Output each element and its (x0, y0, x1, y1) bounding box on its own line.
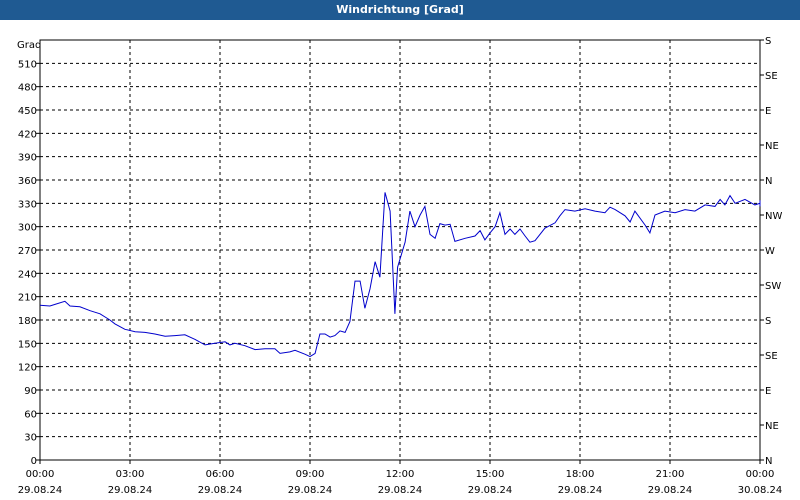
right-axis-label: NE (765, 421, 779, 432)
right-axis-label: NE (765, 141, 779, 152)
x-tick-time: 15:00 (476, 469, 505, 480)
x-axis: 00:00 29.08.24 03:00 29.08.24 06:00 29.08.24 0… (18, 460, 783, 496)
y-tick-label: 360 (18, 176, 37, 187)
right-axis-label: NW (765, 211, 782, 222)
x-tick-date: 30.08.24 (738, 485, 783, 496)
y-tick-label: 450 (18, 106, 37, 117)
x-tick-time: 00:00 (746, 469, 775, 480)
y-tick-label: 210 (18, 293, 37, 304)
x-tick-date: 29.08.24 (288, 485, 333, 496)
wind-direction-chart: 0 30 60 90 120 150 180 210 240 270 300 330 360 390 420… (17, 36, 783, 496)
y-tick-label: 510 (18, 59, 37, 70)
right-axis-label: N (765, 176, 772, 187)
x-tick-time: 06:00 (206, 469, 235, 480)
y-tick-label: 420 (18, 129, 37, 140)
x-tick-time: 18:00 (566, 469, 595, 480)
y-tick-label: 90 (24, 386, 37, 397)
y-axis-label: Grad (17, 40, 41, 51)
right-axis-label: N (765, 456, 772, 467)
right-y-axis: N NE E SE S SW W NW N NE E SE S (760, 36, 782, 467)
x-tick-date: 29.08.24 (378, 485, 423, 496)
right-axis-label: S (765, 36, 771, 47)
x-tick-time: 00:00 (26, 469, 55, 480)
y-tick-label: 390 (18, 153, 37, 164)
y-tick-label: 480 (18, 83, 37, 94)
y-tick-label: 60 (24, 409, 37, 420)
x-tick-date: 29.08.24 (198, 485, 243, 496)
right-axis-label: SW (765, 281, 781, 292)
y-tick-label: 270 (18, 246, 37, 257)
right-axis-label: S (765, 316, 771, 327)
right-axis-label: E (765, 106, 771, 117)
left-y-axis: 0 30 60 90 120 150 180 210 240 270 300 330 360 390 420… (18, 59, 40, 467)
x-tick-date: 29.08.24 (108, 485, 153, 496)
y-tick-label: 300 (18, 223, 37, 234)
y-tick-label: 330 (18, 199, 37, 210)
x-tick-time: 03:00 (116, 469, 145, 480)
y-tick-label: 150 (18, 339, 37, 350)
right-axis-label: W (765, 246, 775, 257)
x-tick-date: 29.08.24 (648, 485, 693, 496)
x-tick-time: 21:00 (656, 469, 685, 480)
y-tick-label: 180 (18, 316, 37, 327)
x-tick-time: 12:00 (386, 469, 415, 480)
x-tick-time: 09:00 (296, 469, 325, 480)
x-tick-date: 29.08.24 (468, 485, 513, 496)
right-axis-label: SE (765, 351, 778, 362)
y-tick-label: 240 (18, 269, 37, 280)
right-axis-label: SE (765, 71, 778, 82)
x-tick-date: 29.08.24 (558, 485, 603, 496)
y-tick-label: 30 (24, 433, 37, 444)
x-tick-date: 29.08.24 (18, 485, 63, 496)
right-axis-label: E (765, 386, 771, 397)
y-tick-label: 0 (31, 456, 37, 467)
y-tick-label: 120 (18, 363, 37, 374)
